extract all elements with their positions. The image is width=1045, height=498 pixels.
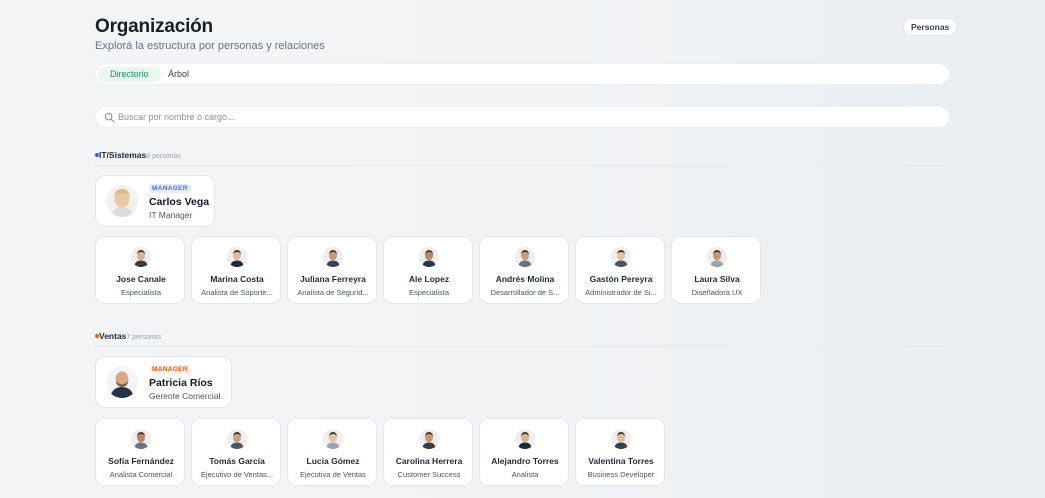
page-subtitle: Explorá la estructura por personas y rel… xyxy=(95,40,325,52)
avatar xyxy=(611,429,631,449)
manager-role: Gerente Comercial xyxy=(149,391,221,401)
person-role: Analista xyxy=(511,470,539,479)
person-role: Analista Comercial xyxy=(109,470,173,479)
group-dot xyxy=(95,152,99,157)
person-role: Analista de Soporte... xyxy=(201,288,273,297)
organization-page: Organización Explorá la estructura por p… xyxy=(95,0,958,498)
person-card[interactable]: Jose Canale Especialista xyxy=(95,236,185,304)
person-role: Especialista xyxy=(408,288,450,297)
view-personas-button[interactable]: Personas xyxy=(903,18,958,36)
avatar xyxy=(419,429,439,449)
person-card[interactable]: Juliana Ferreyra Analista de Segurid... xyxy=(287,236,377,304)
person-name: Jose Canale xyxy=(116,274,166,284)
avatar xyxy=(323,429,343,449)
page-title: Organización xyxy=(95,16,213,37)
person-role: Desarrollador de S... xyxy=(490,288,560,297)
person-avatar-icon xyxy=(323,429,343,449)
avatar xyxy=(227,429,247,449)
group-count: 8 personas xyxy=(146,153,181,160)
tab-directorio[interactable]: Directorio xyxy=(98,67,161,82)
person-card[interactable]: Sofía Fernández Analista Comercial xyxy=(95,418,185,486)
avatar xyxy=(611,247,631,267)
search-bar xyxy=(95,106,950,128)
person-role: Analista de Segurid... xyxy=(297,288,369,297)
avatar xyxy=(131,247,151,267)
person-role: Customer Success xyxy=(397,470,461,479)
person-name: Marina Costa xyxy=(210,274,264,284)
person-card[interactable]: Andrés Molina Desarrollador de S... xyxy=(479,236,569,304)
person-avatar-icon xyxy=(611,429,631,449)
person-avatar-icon xyxy=(106,185,138,217)
group-name: IT/Sistemas xyxy=(99,150,147,160)
search-input[interactable] xyxy=(118,109,918,125)
person-name: Laura Silva xyxy=(694,274,740,284)
person-card[interactable]: Carolina Herrera Customer Success xyxy=(383,418,473,486)
group-name: Ventas xyxy=(99,331,127,341)
person-name: Valentina Torres xyxy=(588,456,654,466)
person-name: Sofía Fernández xyxy=(108,456,174,466)
avatar xyxy=(419,247,439,267)
person-name: Ale Lopez xyxy=(408,274,450,284)
tab-arbol[interactable]: Árbol xyxy=(156,67,201,82)
group-header-ventas: Ventas7 personas xyxy=(95,331,161,343)
person-role: Ejecutivo de Ventas... xyxy=(200,470,274,479)
group-divider xyxy=(95,165,950,166)
person-role: Ejecutiva de Ventas xyxy=(300,470,366,479)
person-avatar-icon xyxy=(515,429,535,449)
person-card[interactable]: Marina Costa Analista de Soporte... xyxy=(191,236,281,304)
avatar xyxy=(515,429,535,449)
person-card[interactable]: Tomás García Ejecutivo de Ventas... xyxy=(191,418,281,486)
person-avatar-icon xyxy=(131,247,151,267)
person-card[interactable]: Alejandro Torres Analista xyxy=(479,418,569,486)
avatar xyxy=(323,247,343,267)
group-count: 7 personas xyxy=(126,334,162,341)
person-name: Carolina Herrera xyxy=(395,456,463,466)
person-name: Juliana Ferreyra xyxy=(300,274,366,284)
person-avatar-icon xyxy=(515,247,535,267)
person-role: Especialista xyxy=(120,288,162,297)
person-name: Tomás García xyxy=(209,456,265,466)
person-name: Alejandro Torres xyxy=(491,456,559,466)
person-avatar-icon xyxy=(227,429,247,449)
avatar xyxy=(227,247,247,267)
avatar xyxy=(106,366,138,398)
group-header-it: IT/Sistemas8 personas xyxy=(95,150,181,162)
avatar xyxy=(106,185,138,217)
person-avatar-icon xyxy=(227,247,247,267)
person-avatar-icon xyxy=(707,247,727,267)
group-dot xyxy=(95,333,99,338)
person-name: Gastón Pereyra xyxy=(589,274,653,284)
avatar xyxy=(515,247,535,267)
person-role: Administrador de Si... xyxy=(585,288,657,297)
person-card[interactable]: Laura Silva Diseñadora UX xyxy=(671,236,761,304)
person-role: Diseñadora UX xyxy=(691,288,743,297)
tab-bar: Directorio Árbol xyxy=(95,63,950,85)
person-card[interactable]: Lucía Gómez Ejecutiva de Ventas xyxy=(287,418,377,486)
person-avatar-icon xyxy=(419,247,439,267)
manager-badge: MANAGER xyxy=(149,184,191,193)
person-name: Andrés Molina xyxy=(495,274,555,284)
person-avatar-icon xyxy=(131,429,151,449)
search-icon xyxy=(104,112,115,123)
manager-card[interactable]: MANAGER Patricia Ríos Gerente Comercial xyxy=(95,356,232,408)
person-card[interactable]: Gastón Pereyra Administrador de Si... xyxy=(575,236,665,304)
manager-card[interactable]: MANAGER Carlos Vega IT Manager xyxy=(95,175,215,227)
person-card[interactable]: Valentina Torres Business Developer xyxy=(575,418,665,486)
person-avatar-icon xyxy=(611,247,631,267)
group-divider xyxy=(95,346,950,347)
person-avatar-icon xyxy=(106,366,138,398)
manager-name: Carlos Vega xyxy=(149,196,210,208)
avatar xyxy=(707,247,727,267)
person-role: Business Developer xyxy=(587,470,655,479)
person-avatar-icon xyxy=(323,247,343,267)
manager-name: Patricia Ríos xyxy=(149,377,213,389)
manager-badge: MANAGER xyxy=(149,365,191,374)
person-name: Lucía Gómez xyxy=(306,456,360,466)
manager-role: IT Manager xyxy=(149,210,193,220)
avatar xyxy=(131,429,151,449)
person-card[interactable]: Ale Lopez Especialista xyxy=(383,236,473,304)
person-avatar-icon xyxy=(419,429,439,449)
